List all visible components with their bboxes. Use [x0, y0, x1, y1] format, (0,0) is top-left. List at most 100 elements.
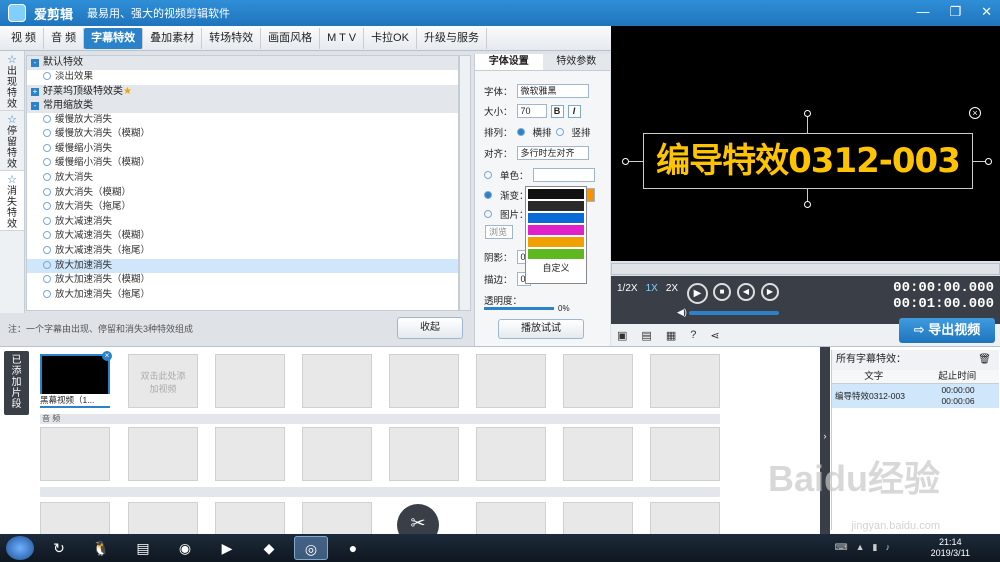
- browse-button[interactable]: 浏览: [485, 225, 513, 239]
- tab-style[interactable]: 画面风格: [261, 27, 321, 49]
- align-select[interactable]: 多行时左对齐: [516, 146, 589, 160]
- audio-slot[interactable]: [302, 427, 372, 481]
- open-folder-icon[interactable]: ▤: [641, 329, 651, 342]
- resize-handle[interactable]: [985, 158, 992, 165]
- qq-icon[interactable]: 🐧: [84, 536, 118, 560]
- editor-taskbar-icon[interactable]: ◎: [294, 536, 328, 560]
- tab-upgrade[interactable]: 升级与服务: [417, 27, 487, 49]
- tab-font-settings[interactable]: 字体设置: [475, 54, 543, 70]
- tab-karaoke[interactable]: 卡拉OK: [364, 27, 417, 49]
- app-icon[interactable]: ◆: [252, 536, 286, 560]
- audio-slot[interactable]: [650, 427, 720, 481]
- swatch[interactable]: [528, 213, 584, 223]
- list-item[interactable]: 放大加速消失（模糊）: [27, 273, 458, 288]
- export-video-button[interactable]: ⇨ 导出视频: [899, 318, 995, 343]
- save-icon[interactable]: ▦: [666, 329, 676, 342]
- empty-slot[interactable]: [389, 354, 459, 408]
- remove-clip-icon[interactable]: ×: [102, 351, 112, 361]
- radio-single-color[interactable]: [484, 171, 492, 179]
- tab-mtv[interactable]: M T V: [320, 27, 365, 49]
- swatch[interactable]: [528, 237, 584, 247]
- resize-handle[interactable]: [804, 201, 811, 208]
- delete-icon[interactable]: 🗑: [978, 350, 991, 370]
- help-icon[interactable]: ?: [690, 329, 696, 341]
- vtab-appear[interactable]: ☆ 出现特效: [0, 51, 24, 111]
- minimize-icon[interactable]: —: [916, 4, 929, 20]
- list-item[interactable]: 淡出效果: [27, 70, 458, 85]
- empty-slot[interactable]: [215, 354, 285, 408]
- radio-vertical[interactable]: [555, 128, 564, 136]
- swatch[interactable]: [528, 225, 584, 235]
- new-project-icon[interactable]: ▣: [617, 329, 627, 342]
- radio-horizontal[interactable]: [516, 128, 525, 136]
- tab-audio[interactable]: 音 频: [44, 27, 85, 49]
- list-item[interactable]: 放大加速消失: [27, 258, 458, 274]
- stop-icon[interactable]: ■: [713, 283, 731, 301]
- speed-half[interactable]: 1/2X: [615, 283, 640, 294]
- category-hollywood[interactable]: + 好莱坞顶级特效类★: [27, 84, 458, 99]
- bold-button[interactable]: B: [550, 104, 564, 118]
- category-default[interactable]: - 默认特效: [27, 56, 458, 70]
- audio-slot[interactable]: [389, 427, 459, 481]
- list-item[interactable]: 放大减速消失: [27, 215, 458, 230]
- audio-slot[interactable]: [215, 427, 285, 481]
- add-video-slot[interactable]: 双击此处添加视频: [128, 354, 198, 408]
- firefox-icon[interactable]: ◉: [168, 536, 202, 560]
- restore-icon[interactable]: ❐: [949, 4, 961, 20]
- audio-slot[interactable]: [128, 427, 198, 481]
- list-item[interactable]: 放大减速消失（拖尾）: [27, 244, 458, 259]
- resize-handle[interactable]: [804, 110, 811, 117]
- vtab-disappear[interactable]: ☆ 消失特效: [0, 171, 24, 231]
- tab-video[interactable]: 视 频: [4, 27, 45, 49]
- tab-overlay[interactable]: 叠加素材: [143, 27, 203, 49]
- audio-slot[interactable]: [476, 427, 546, 481]
- tab-effect-params[interactable]: 特效参数: [542, 54, 610, 70]
- audio-slot[interactable]: [563, 427, 633, 481]
- font-select[interactable]: 微软雅黑: [516, 84, 589, 98]
- close-icon[interactable]: ×: [969, 107, 981, 119]
- collapse-button[interactable]: 收起: [397, 317, 463, 339]
- list-item[interactable]: 放大消失（拖尾）: [27, 200, 458, 215]
- swatch[interactable]: [528, 201, 584, 211]
- empty-slot[interactable]: [476, 354, 546, 408]
- subtitle-row[interactable]: 编导特效0312-003 00:00:00 00:00:06: [832, 384, 999, 408]
- opacity-slider[interactable]: [484, 307, 554, 310]
- effect-list-scrollbar[interactable]: [459, 55, 471, 311]
- empty-slot[interactable]: [650, 354, 720, 408]
- play-test-button[interactable]: 播放试试: [498, 319, 584, 339]
- playback-progress[interactable]: [611, 263, 1000, 275]
- empty-slot[interactable]: [563, 354, 633, 408]
- list-item[interactable]: 缓慢缩小消失（模糊）: [27, 156, 458, 171]
- list-item[interactable]: 缓慢放大消失（模糊）: [27, 127, 458, 142]
- tab-subtitle-effects[interactable]: 字幕特效: [84, 27, 144, 49]
- list-item[interactable]: 放大减速消失（模糊）: [27, 229, 458, 244]
- resize-handle[interactable]: [622, 158, 629, 165]
- close-icon[interactable]: ✕: [981, 4, 992, 20]
- play-icon[interactable]: ▶: [687, 283, 708, 304]
- volume-slider[interactable]: [689, 311, 779, 315]
- custom-color[interactable]: 自定义: [526, 261, 586, 274]
- next-frame-icon[interactable]: ▶: [761, 283, 779, 301]
- list-item[interactable]: 缓慢缩小消失: [27, 142, 458, 157]
- speed-2x[interactable]: 2X: [664, 283, 680, 294]
- radio-gradient[interactable]: [484, 191, 492, 199]
- refresh-app-icon[interactable]: ↻: [42, 536, 76, 560]
- font-size-input[interactable]: 70: [516, 104, 547, 118]
- empty-slot[interactable]: [302, 354, 372, 408]
- volume-icon[interactable]: ◀): [677, 307, 687, 318]
- vtab-stay[interactable]: ☆ 停留特效: [0, 111, 24, 171]
- swatch[interactable]: [528, 189, 584, 199]
- list-item[interactable]: 放大消失（模糊）: [27, 186, 458, 201]
- record-icon[interactable]: ●: [336, 536, 370, 560]
- start-button[interactable]: [6, 536, 34, 560]
- list-item[interactable]: 放大加速消失（拖尾）: [27, 288, 458, 303]
- expand-panel-icon[interactable]: ›: [820, 347, 830, 535]
- explorer-icon[interactable]: ▤: [126, 536, 160, 560]
- category-zoom[interactable]: - 常用缩放类: [27, 98, 458, 113]
- speed-1x[interactable]: 1X: [644, 283, 660, 294]
- subtitle-text-box[interactable]: 编导特效0312-003: [643, 133, 973, 189]
- list-item[interactable]: 放大消失: [27, 171, 458, 186]
- share-icon[interactable]: ⋖: [710, 329, 719, 342]
- tab-transition[interactable]: 转场特效: [202, 27, 262, 49]
- radio-image[interactable]: [484, 210, 492, 218]
